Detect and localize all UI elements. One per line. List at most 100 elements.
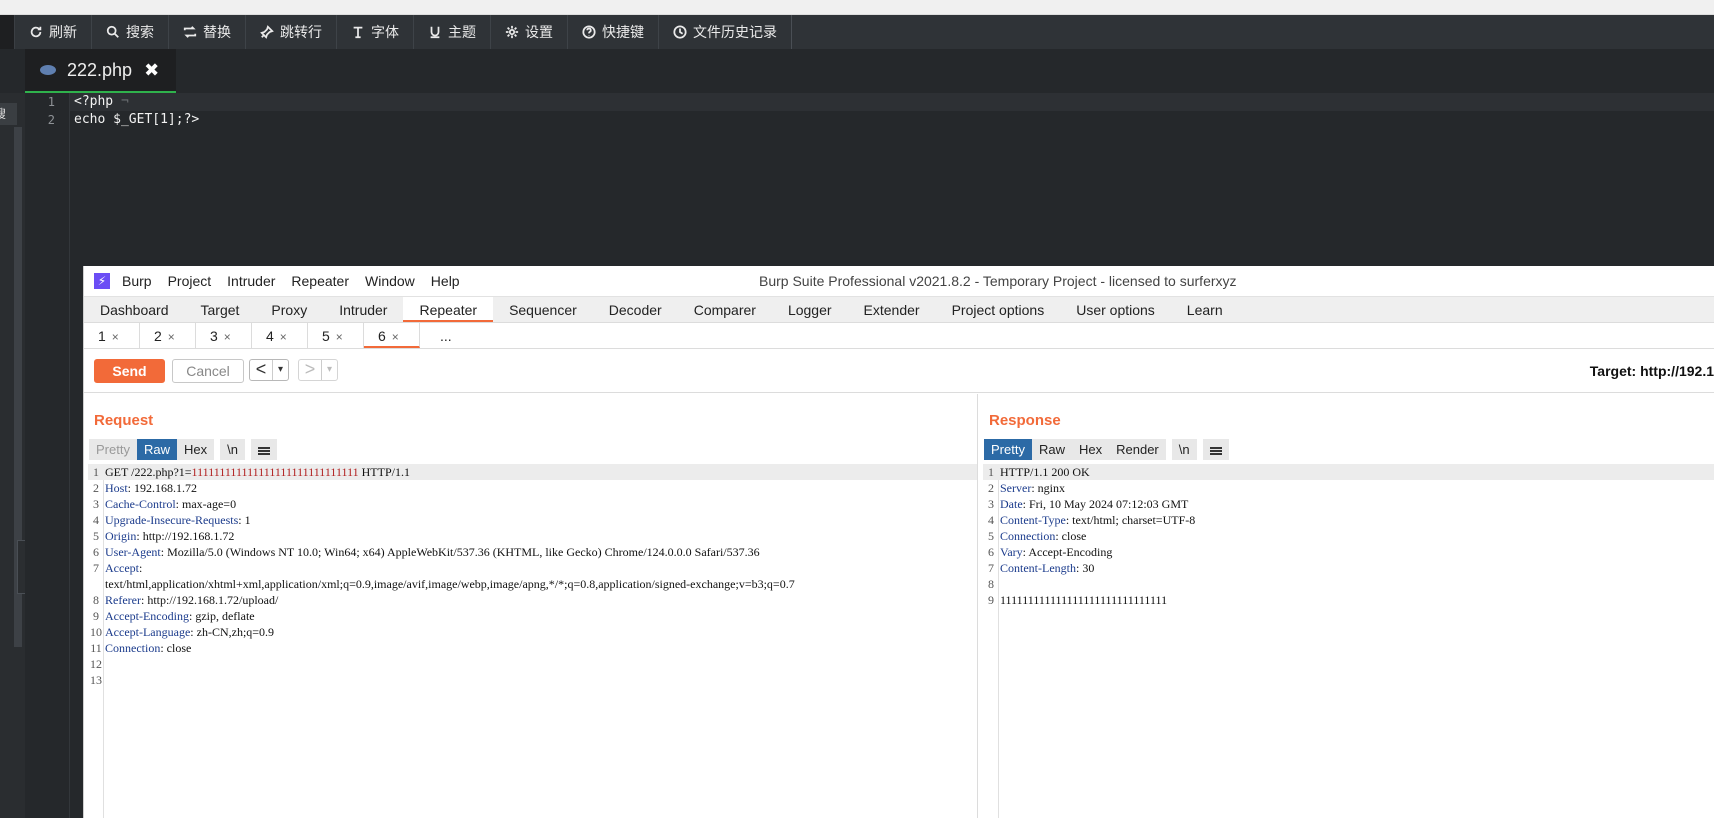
target-url[interactable]: Target: http://192.1 (1590, 349, 1714, 393)
forward-arrow-icon[interactable]: > (299, 360, 321, 380)
line-number-gutter: 1 2 (25, 93, 70, 818)
response-view-render[interactable]: Render (1109, 439, 1166, 460)
tab-logger[interactable]: Logger (772, 297, 848, 322)
response-view-hex[interactable]: Hex (1071, 439, 1110, 460)
repeater-tab-2[interactable]: 2 × (140, 323, 196, 348)
repeater-action-bar: Send Cancel < ▾ > ▾ Target: http://192.1 (84, 349, 1714, 393)
shortcuts-button[interactable]: 快捷键 (568, 15, 659, 49)
cancel-button[interactable]: Cancel (172, 359, 244, 383)
line-number: 10 (90, 625, 102, 639)
line-number: 2 (47, 113, 55, 127)
request-view-tabs: Pretty Raw Hex \n (89, 439, 277, 460)
response-header: 6 Vary: Accept-Encoding (983, 544, 1714, 560)
menu-intruder[interactable]: Intruder (227, 273, 275, 289)
request-newline-toggle[interactable]: \n (220, 439, 245, 460)
toolbar-spacer (0, 15, 15, 49)
request-header: 2 Host: 192.168.1.72 (88, 480, 977, 496)
search-label: 搜索 (126, 24, 154, 40)
file-history-label: 文件历史记录 (693, 24, 777, 40)
hamburger-menu-icon[interactable] (1202, 439, 1229, 460)
back-arrow-icon[interactable]: < (250, 360, 272, 380)
tab-intruder[interactable]: Intruder (323, 297, 403, 322)
repeater-tab-6[interactable]: 6 × (364, 323, 420, 348)
sub-tab-label: 1 (98, 328, 106, 344)
chevron-down-icon[interactable]: ▾ (321, 360, 337, 380)
send-button[interactable]: Send (94, 359, 165, 383)
tab-repeater[interactable]: Repeater (403, 297, 494, 322)
line-number: 12 (90, 657, 102, 671)
settings-button[interactable]: 设置 (491, 15, 568, 49)
repeater-tab-1[interactable]: 1 × (84, 323, 140, 348)
close-icon[interactable]: × (224, 330, 231, 344)
tab-project-options[interactable]: Project options (936, 297, 1061, 322)
file-tab[interactable]: 222.php ✖ (25, 49, 176, 93)
tab-comparer[interactable]: Comparer (678, 297, 772, 322)
repeater-tab-4[interactable]: 4 × (252, 323, 308, 348)
response-editor[interactable]: 1 HTTP/1.1 200 OK 2 Server: nginx 3 Date: F… (983, 464, 1714, 818)
font-button[interactable]: 字体 (337, 15, 414, 49)
header-name: Vary (1000, 545, 1023, 559)
close-icon[interactable]: × (280, 330, 287, 344)
tab-extender[interactable]: Extender (848, 297, 936, 322)
line-number: 13 (90, 673, 102, 687)
refresh-button[interactable]: 刷新 (15, 15, 92, 49)
search-button[interactable]: 搜索 (92, 15, 169, 49)
forward-history-group: > ▾ (298, 359, 338, 381)
response-view-pretty[interactable]: Pretty (984, 439, 1032, 460)
line-number: 2 (988, 481, 994, 495)
request-editor[interactable]: 1 GET /222.php?1=111111111111111111111111… (88, 464, 977, 818)
header-value: close (1058, 529, 1087, 543)
header-name: Connection (1000, 529, 1056, 543)
menu-burp[interactable]: Burp (122, 273, 152, 289)
refresh-label: 刷新 (49, 24, 77, 40)
request-view-raw[interactable]: Raw (136, 439, 177, 460)
replace-button[interactable]: 替换 (169, 15, 246, 49)
close-icon[interactable]: × (336, 330, 343, 344)
request-header: 4 Upgrade-Insecure-Requests: 1 (88, 512, 977, 528)
tab-sequencer[interactable]: Sequencer (493, 297, 593, 322)
header-name: Content-Length (1000, 561, 1076, 575)
goto-line-button[interactable]: 跳转行 (246, 15, 337, 49)
request-line: 1 GET /222.php?1=111111111111111111111111… (88, 464, 977, 480)
header-name: Accept (105, 561, 139, 575)
tab-proxy[interactable]: Proxy (255, 297, 323, 322)
close-icon[interactable]: × (168, 330, 175, 344)
hamburger-menu-icon[interactable] (250, 439, 277, 460)
tab-user-options[interactable]: User options (1060, 297, 1171, 322)
side-search-tab[interactable]: 搜索 (0, 103, 17, 125)
tab-target[interactable]: Target (185, 297, 256, 322)
response-header: 4 Content-Type: text/html; charset=UTF-8 (983, 512, 1714, 528)
menu-window[interactable]: Window (365, 273, 415, 289)
status-line: HTTP/1.1 200 OK (1000, 465, 1090, 479)
tab-dashboard[interactable]: Dashboard (84, 297, 185, 322)
menu-repeater[interactable]: Repeater (291, 273, 349, 289)
close-icon[interactable]: ✖ (144, 60, 159, 81)
response-header: 7 Content-Length: 30 (983, 560, 1714, 576)
header-name: Cache-Control (105, 497, 176, 511)
header-name: Content-Type (1000, 513, 1066, 527)
line-number: 6 (93, 545, 99, 559)
request-view-pretty[interactable]: Pretty (89, 439, 137, 460)
header-value: 192.168.1.72 (131, 481, 198, 495)
close-icon[interactable]: × (112, 330, 119, 344)
file-history-button[interactable]: 文件历史记录 (659, 15, 792, 49)
close-icon[interactable]: × (392, 330, 399, 344)
header-name: Date (1000, 497, 1023, 511)
tab-learn[interactable]: Learn (1171, 297, 1239, 322)
new-tab-button[interactable]: ... (420, 323, 468, 348)
message-panes: Request Pretty Raw Hex \n 1 GET /222.php?… (84, 394, 1714, 818)
request-view-hex[interactable]: Hex (176, 439, 215, 460)
repeater-tab-3[interactable]: 3 × (196, 323, 252, 348)
menu-help[interactable]: Help (431, 273, 460, 289)
header-value: zh-CN,zh;q=0.9 (193, 625, 275, 639)
header-name: Connection (105, 641, 161, 655)
http-version: HTTP/1.1 (358, 465, 410, 479)
chevron-down-icon[interactable]: ▾ (272, 360, 288, 380)
response-newline-toggle[interactable]: \n (1171, 439, 1197, 460)
theme-button[interactable]: 主题 (414, 15, 491, 49)
repeater-tab-5[interactable]: 5 × (308, 323, 364, 348)
menu-project[interactable]: Project (168, 273, 212, 289)
response-view-raw[interactable]: Raw (1031, 439, 1072, 460)
tab-decoder[interactable]: Decoder (593, 297, 678, 322)
request-header-continuation: text/html,application/xhtml+xml,applicat… (88, 576, 977, 592)
